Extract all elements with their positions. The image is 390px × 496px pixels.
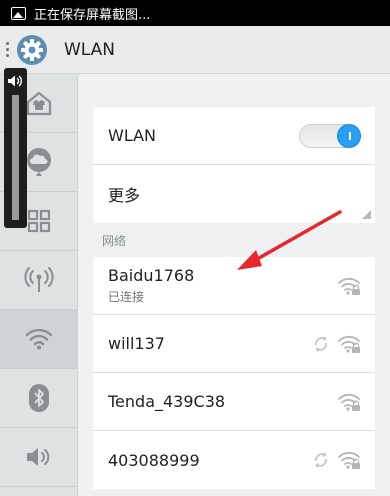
wlan-settings-panel: WLAN 更多 网络 Baidu1768 已连接 will137 Tenda_4…: [93, 107, 375, 489]
status-text: 正在保存屏幕截图...: [34, 7, 151, 23]
network-name: 403088999: [108, 450, 200, 470]
volume-icon: [26, 448, 49, 466]
wifi-locked-icon: [338, 451, 360, 469]
apps-grid-icon: [27, 209, 50, 233]
sidebar-item-wireless[interactable]: [0, 251, 77, 310]
network-row[interactable]: 403088999: [93, 431, 375, 489]
network-row[interactable]: Baidu1768 已连接: [93, 257, 375, 315]
network-status: 已连接: [108, 290, 145, 304]
bluetooth-icon: [28, 384, 49, 412]
network-row[interactable]: will137: [93, 315, 375, 373]
wireless-tower-icon: [23, 267, 54, 292]
wps-icon: [315, 335, 327, 352]
sidebar-item-bluetooth[interactable]: [0, 369, 77, 428]
speaker-icon: [8, 75, 22, 87]
volume-level: [12, 95, 19, 220]
network-name: Tenda_439C38: [108, 392, 226, 411]
expand-corner-icon: [362, 210, 371, 219]
network-name: Baidu1768: [108, 266, 195, 285]
wifi-locked-icon: [338, 393, 360, 411]
overflow-menu-icon[interactable]: [6, 42, 10, 57]
wifi-locked-icon: [338, 335, 360, 353]
wlan-toggle-card: WLAN 更多: [93, 107, 375, 223]
settings-gear-icon[interactable]: [16, 34, 48, 66]
cloud-icon: [26, 148, 51, 176]
wifi-locked-icon: [338, 277, 360, 295]
wlan-toggle-row[interactable]: WLAN: [93, 107, 375, 165]
network-name: will137: [108, 334, 165, 353]
volume-track[interactable]: [12, 95, 19, 220]
page-title: WLAN: [64, 39, 116, 60]
status-bar: 正在保存屏幕截图...: [0, 0, 390, 26]
wlan-switch[interactable]: [299, 123, 361, 148]
screenshot-icon: [11, 6, 26, 20]
more-label: 更多: [108, 186, 141, 205]
wifi-icon: [25, 328, 52, 350]
networks-section-header: 网络: [102, 233, 127, 248]
action-bar: WLAN: [0, 26, 390, 74]
network-list: Baidu1768 已连接 will137 Tenda_439C38 40308…: [93, 257, 375, 489]
sidebar-item-wifi[interactable]: [0, 310, 77, 369]
wlan-label: WLAN: [108, 126, 157, 145]
network-row[interactable]: Tenda_439C38: [93, 373, 375, 431]
wps-icon: [315, 452, 327, 468]
volume-slider-overlay[interactable]: [4, 68, 27, 228]
sidebar-item-sound[interactable]: [0, 428, 77, 487]
more-settings-row[interactable]: 更多: [93, 165, 375, 223]
home-icon: [26, 91, 51, 116]
